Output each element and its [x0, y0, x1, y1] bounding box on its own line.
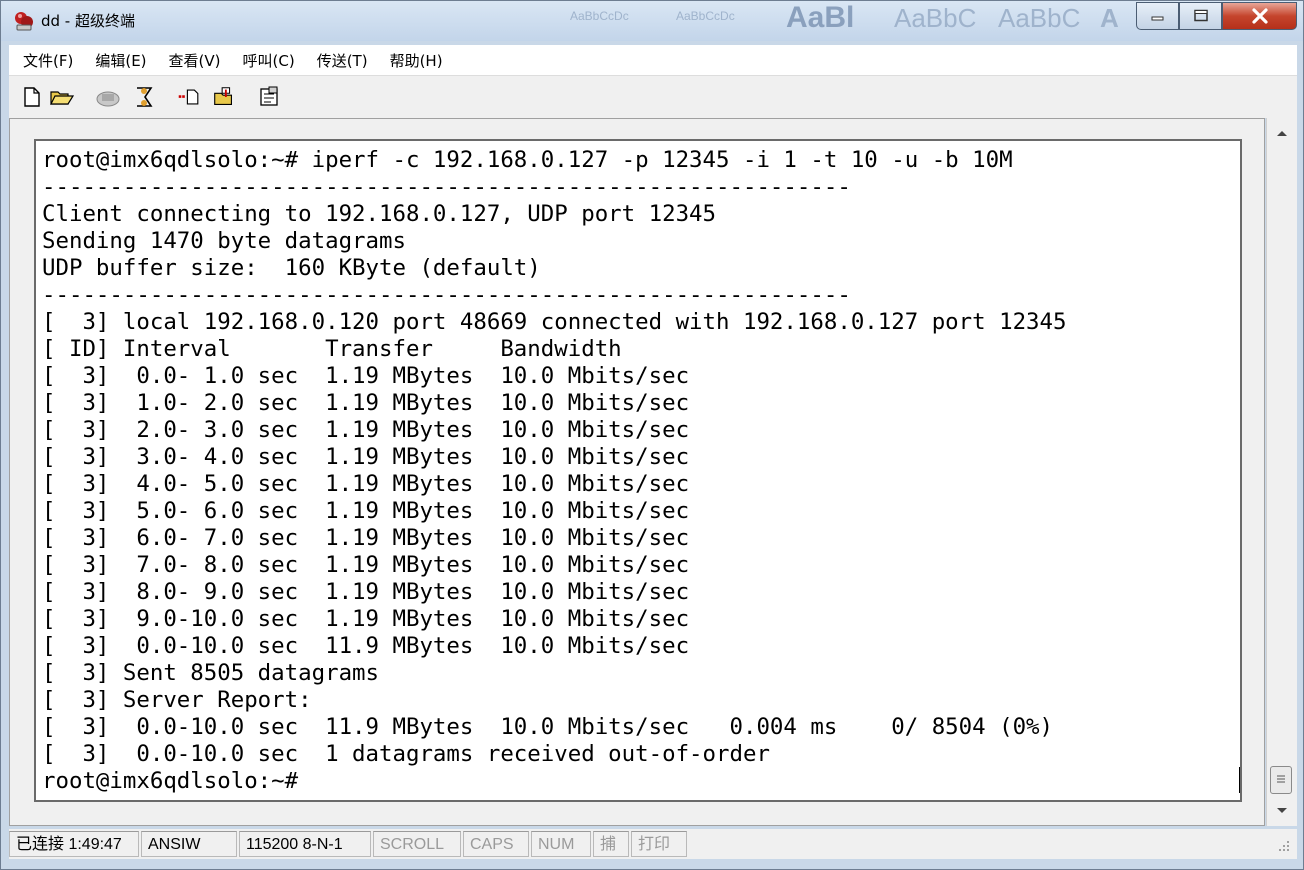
terminal-line: [ 3] 1.0- 2.0 sec 1.19 MBytes 10.0 Mbits… [42, 390, 690, 416]
terminal-line: [ 3] 8.0- 9.0 sec 1.19 MBytes 10.0 Mbits… [42, 579, 690, 605]
terminal-line: root@imx6qdlsolo:~# iperf -c 192.168.0.1… [42, 147, 1013, 173]
window-title: dd - 超级终端 [41, 12, 135, 30]
status-caps: CAPS [463, 831, 529, 857]
status-port-settings: 115200 8-N-1 [239, 831, 371, 857]
scroll-down-button[interactable] [1267, 796, 1297, 826]
terminal-line: [ 3] Sent 8505 datagrams [42, 660, 380, 686]
ribbon-style-3: AaBl [786, 1, 855, 34]
terminal-line: [ 3] local 192.168.0.120 port 48669 conn… [42, 309, 1067, 335]
menu-file[interactable]: 文件(F) [23, 50, 73, 71]
arrow-up-icon [1277, 131, 1287, 136]
minimize-icon [1151, 16, 1163, 21]
terminal-output: root@imx6qdlsolo:~# iperf -c 192.168.0.1… [42, 147, 1067, 795]
scroll-thumb[interactable] [1270, 766, 1292, 794]
title-bar[interactable]: dd - 超级终端 AaBbCcDc AaBbCcDc AaBl AaBbC A… [1, 1, 1303, 41]
send-button[interactable] [177, 84, 203, 110]
open-button[interactable] [49, 84, 75, 110]
terminal-line: [ 3] 2.0- 3.0 sec 1.19 MBytes 10.0 Mbits… [42, 417, 690, 443]
disconnect-button[interactable] [131, 84, 157, 110]
ribbon-style-2: AaBbCcDc [676, 9, 735, 23]
terminal-line: [ 3] 6.0- 7.0 sec 1.19 MBytes 10.0 Mbits… [42, 525, 690, 551]
menu-bar: 文件(F) 编辑(E) 查看(V) 呼叫(C) 传送(T) 帮助(H) [9, 45, 1297, 75]
terminal-line: [ 3] 9.0-10.0 sec 1.19 MBytes 10.0 Mbits… [42, 606, 690, 632]
terminal-line: ----------------------------------------… [42, 174, 851, 200]
terminal-line: [ 3] 0.0- 1.0 sec 1.19 MBytes 10.0 Mbits… [42, 363, 690, 389]
status-scroll: SCROLL [373, 831, 461, 857]
vertical-scrollbar[interactable] [1266, 118, 1297, 826]
terminal-line: UDP buffer size: 160 KByte (default) [42, 255, 541, 281]
status-bar: 已连接 1:49:47 ANSIW 115200 8-N-1 SCROLL CA… [9, 829, 1297, 859]
close-button[interactable] [1222, 2, 1297, 30]
terminal-line: [ 3] Server Report: [42, 687, 312, 713]
properties-icon [260, 86, 278, 106]
hyperterminal-app-icon [15, 12, 33, 31]
ribbon-style-4: AaBbC [894, 3, 977, 33]
status-print: 打印 [631, 831, 687, 857]
terminal-line: [ 3] 3.0- 4.0 sec 1.19 MBytes 10.0 Mbits… [42, 444, 690, 470]
terminal-line: [ ID] Interval Transfer Bandwidth [42, 336, 622, 362]
receive-button[interactable] [211, 84, 237, 110]
status-capture: 捕 [593, 831, 629, 857]
status-emulation: ANSIW [141, 831, 237, 857]
minimize-button[interactable] [1136, 2, 1179, 30]
receive-icon [214, 87, 232, 105]
status-connection: 已连接 1:49:47 [9, 831, 139, 857]
toolbar [9, 75, 1297, 118]
terminal-line: [ 3] 0.0-10.0 sec 1 datagrams received o… [42, 741, 770, 767]
menu-transfer[interactable]: 传送(T) [317, 50, 368, 71]
terminal-line: [ 3] 5.0- 6.0 sec 1.19 MBytes 10.0 Mbits… [42, 498, 690, 524]
menu-call[interactable]: 呼叫(C) [243, 50, 295, 71]
properties-button[interactable] [257, 84, 283, 110]
text-cursor [1239, 767, 1240, 793]
menu-help[interactable]: 帮助(H) [390, 50, 443, 71]
terminal-line: Sending 1470 byte datagrams [42, 228, 406, 254]
terminal-line: [ 3] 7.0- 8.0 sec 1.19 MBytes 10.0 Mbits… [42, 552, 690, 578]
send-icon [178, 89, 199, 105]
disconnect-icon [137, 87, 153, 107]
terminal-line: root@imx6qdlsolo:~# [42, 768, 299, 794]
call-button[interactable] [95, 84, 121, 110]
resize-grip-icon[interactable] [1271, 835, 1293, 857]
terminal-line: [ 3] 4.0- 5.0 sec 1.19 MBytes 10.0 Mbits… [42, 471, 690, 497]
terminal-panel: root@imx6qdlsolo:~# iperf -c 192.168.0.1… [9, 118, 1265, 826]
ribbon-style-5: AaBbC [998, 3, 1081, 33]
call-icon [96, 91, 120, 107]
terminal-line: ----------------------------------------… [42, 282, 851, 308]
new-icon [24, 87, 40, 107]
grip-lines-icon [1277, 775, 1285, 783]
new-connection-button[interactable] [19, 84, 45, 110]
open-icon [50, 91, 75, 105]
scroll-up-button[interactable] [1267, 118, 1297, 148]
terminal-line: [ 3] 0.0-10.0 sec 11.9 MBytes 10.0 Mbits… [42, 714, 1054, 740]
terminal-line: Client connecting to 192.168.0.127, UDP … [42, 201, 717, 227]
menu-edit[interactable]: 编辑(E) [95, 50, 146, 71]
ribbon-style-1: AaBbCcDc [570, 9, 629, 23]
terminal-screen[interactable]: root@imx6qdlsolo:~# iperf -c 192.168.0.1… [34, 139, 1242, 802]
status-num: NUM [531, 831, 591, 857]
ribbon-style-6: A [1100, 3, 1119, 33]
close-icon [1251, 8, 1268, 24]
menu-view[interactable]: 查看(V) [169, 50, 221, 71]
maximize-button[interactable] [1179, 2, 1222, 30]
background-window-ribbon: AaBbCcDc AaBbCcDc AaBl AaBbC AaBbC A [566, 1, 1136, 39]
arrow-down-icon [1277, 808, 1287, 813]
terminal-line: [ 3] 0.0-10.0 sec 11.9 MBytes 10.0 Mbits… [42, 633, 690, 659]
app-window: dd - 超级终端 AaBbCcDc AaBbCcDc AaBl AaBbC A… [0, 0, 1304, 870]
maximize-icon [1193, 9, 1208, 22]
